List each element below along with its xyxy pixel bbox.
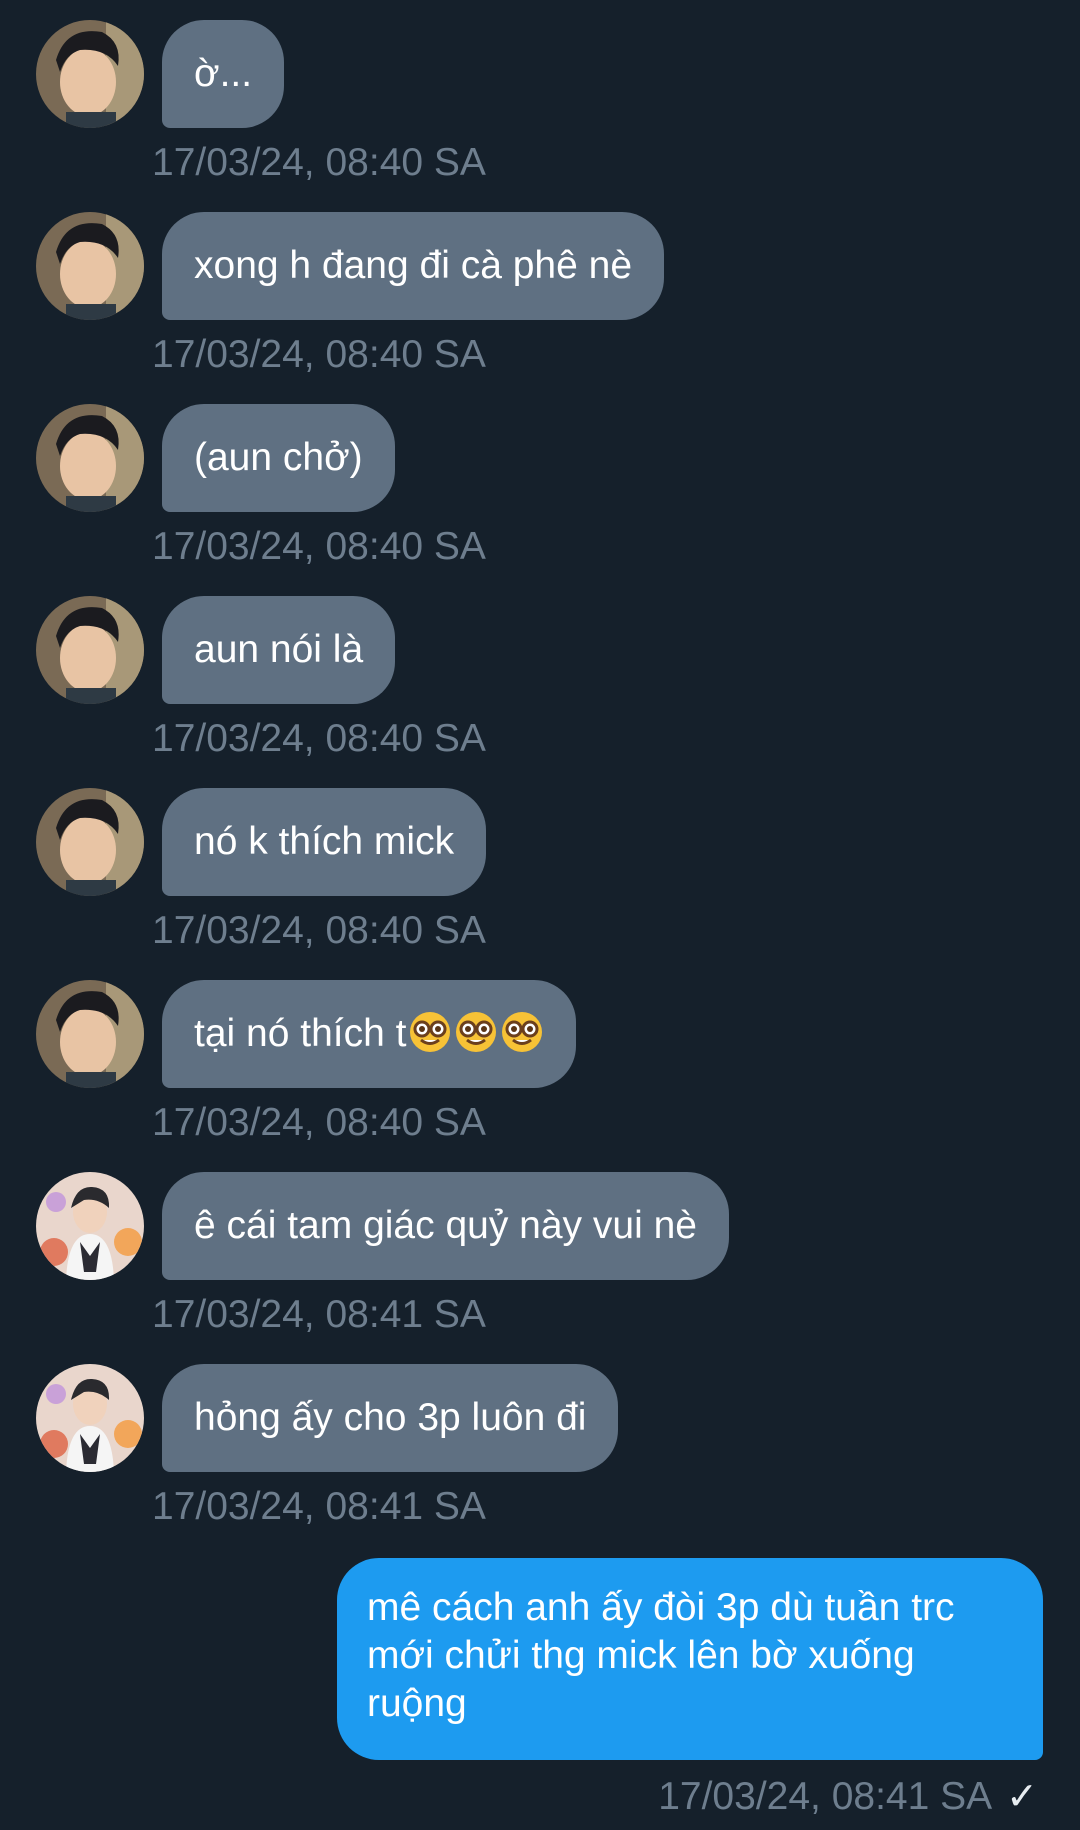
message-timestamp: 17/03/24, 08:40 SA (152, 909, 486, 952)
check-icon: ✓ (1006, 1776, 1038, 1818)
avatar[interactable] (36, 20, 144, 128)
message-timestamp: 17/03/24, 08:40 SA (152, 333, 486, 376)
message-bubble[interactable]: tại nó thích t (162, 980, 577, 1088)
message-bubble[interactable]: xong h đang đi cà phê nè (162, 212, 665, 320)
avatar[interactable] (36, 1364, 144, 1472)
message-timestamp: 17/03/24, 08:40 SA (152, 525, 486, 568)
avatar[interactable] (36, 980, 144, 1088)
conversation: ờ... 17/03/24, 08:40 SA xong h đang đi c… (0, 0, 1080, 1830)
message-bubble[interactable]: hỏng ấy cho 3p luôn đi (162, 1364, 619, 1472)
nerd-face-emoji (454, 988, 498, 1052)
message-bubble[interactable]: ê cái tam giác quỷ này vui nè (162, 1172, 729, 1280)
nerd-face-emoji (408, 988, 452, 1052)
message-timestamp: 17/03/24, 08:40 SA (152, 1101, 486, 1144)
message-bubble[interactable]: aun nói là (162, 596, 396, 704)
nerd-face-emoji (500, 988, 544, 1052)
message-timestamp: 17/03/24, 08:40 SA (152, 717, 486, 760)
message-timestamp: 17/03/24, 08:41 SA (152, 1485, 486, 1528)
message-timestamp: 17/03/24, 08:41 SA (152, 1293, 486, 1336)
message-bubble[interactable]: (aun chở) (162, 404, 395, 512)
message-bubble[interactable]: nó k thích mick (162, 788, 487, 896)
message-bubble[interactable]: ờ... (162, 20, 285, 128)
avatar[interactable] (36, 212, 144, 320)
outgoing-message-bubble[interactable]: mê cách anh ấy đòi 3p dù tuần trc mới ch… (337, 1558, 1043, 1760)
message-timestamp: 17/03/24, 08:41 SA ✓ (658, 1773, 1038, 1821)
message-timestamp: 17/03/24, 08:40 SA (152, 141, 486, 184)
message-text: tại nó thích t (194, 1012, 407, 1055)
avatar[interactable] (36, 596, 144, 704)
avatar[interactable] (36, 404, 144, 512)
avatar[interactable] (36, 1172, 144, 1280)
message-time-text: 17/03/24, 08:41 SA (658, 1775, 993, 1818)
avatar[interactable] (36, 788, 144, 896)
